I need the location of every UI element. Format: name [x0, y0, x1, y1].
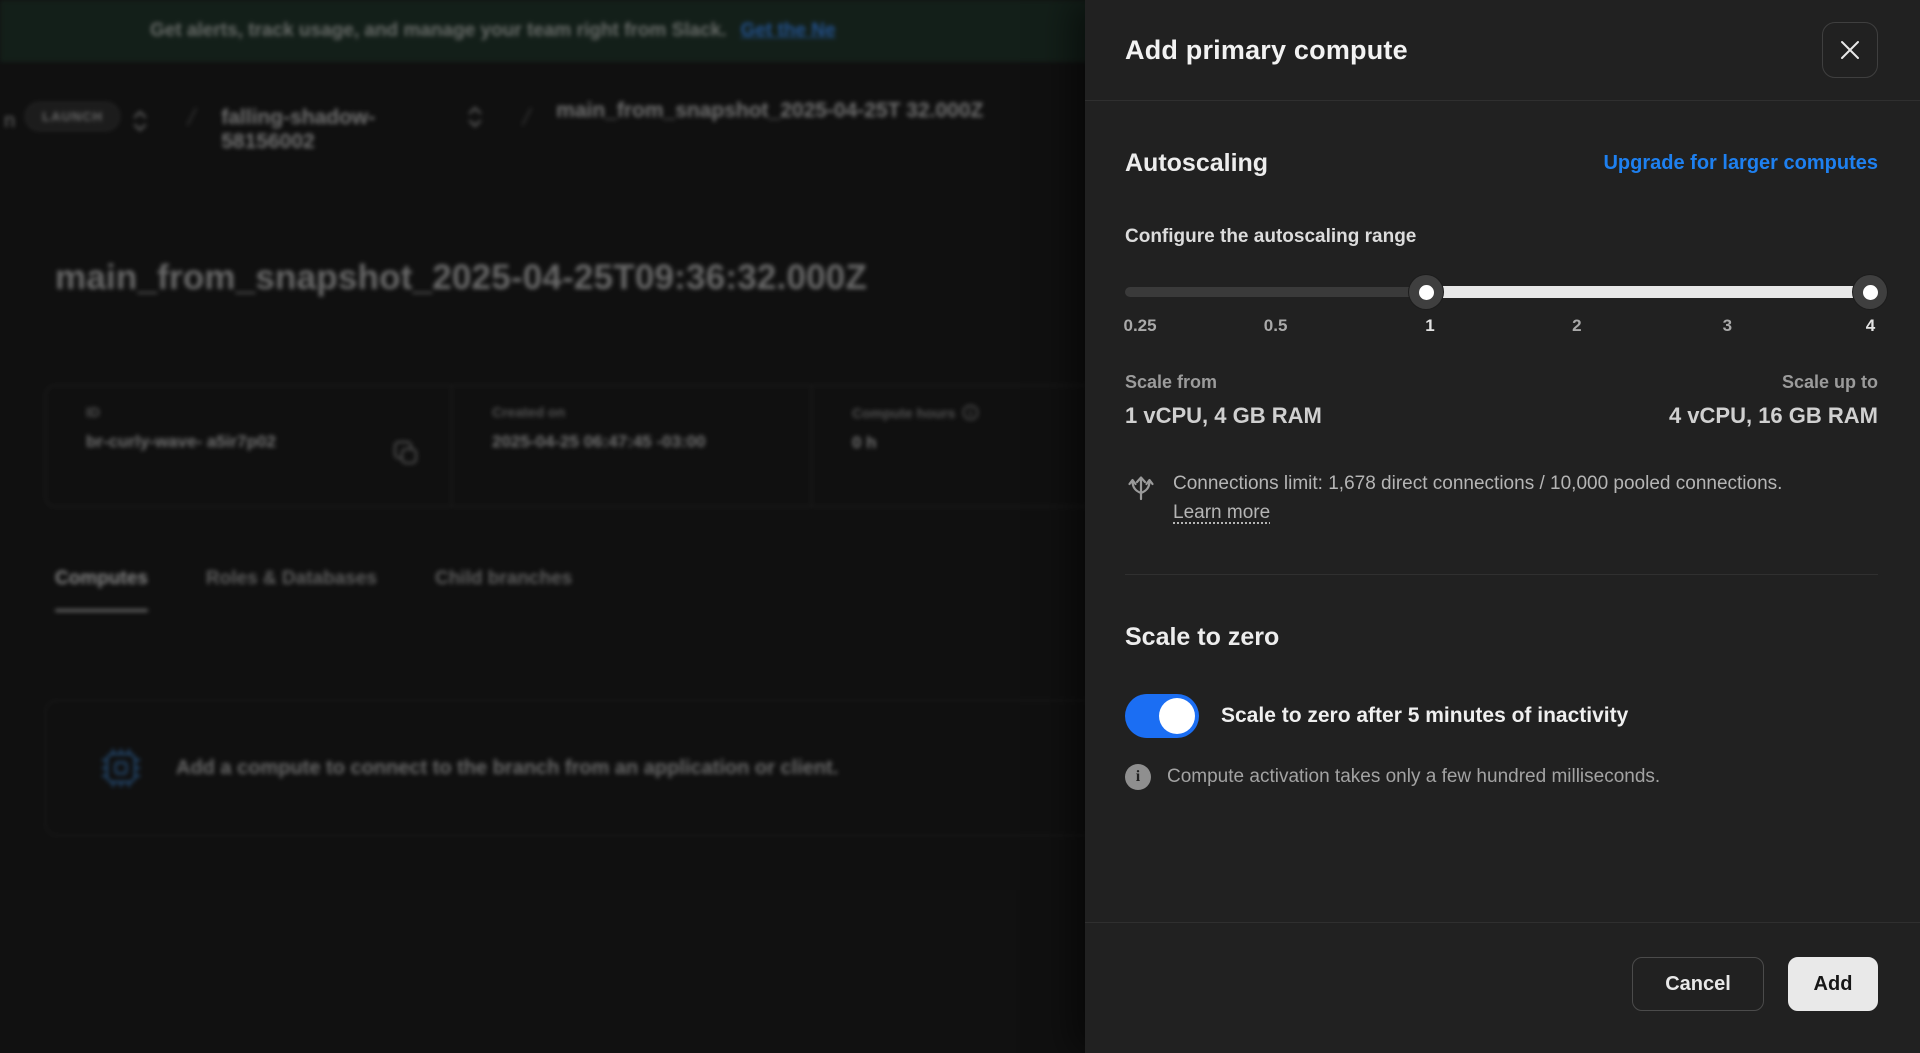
- add-primary-compute-drawer: Add primary compute Autoscaling Upgrade …: [1085, 0, 1920, 1053]
- compute-hours-label: Compute hours: [852, 405, 955, 421]
- tick-label: 1: [1425, 316, 1434, 336]
- id-label: ID: [86, 404, 451, 420]
- scale-from-block: Scale from 1 vCPU, 4 GB RAM: [1125, 372, 1322, 429]
- chevron-updown-icon[interactable]: [467, 104, 483, 130]
- branch-info-card: ID br-curly-wave- a5ir7p02 Created on 20…: [45, 385, 1205, 507]
- tick-label: 3: [1723, 316, 1732, 336]
- tab-child-branches[interactable]: Child branches: [435, 568, 572, 612]
- scale-up-to-block: Scale up to 4 vCPU, 16 GB RAM: [1669, 372, 1878, 429]
- cancel-button[interactable]: Cancel: [1632, 957, 1764, 1011]
- page-title: main_from_snapshot_2025-04-25T09:36:32.0…: [55, 258, 867, 298]
- banner-text: Get alerts, track usage, and manage your…: [150, 20, 727, 42]
- cpu-chip-icon: [98, 745, 144, 791]
- autoscaling-range-label: Configure the autoscaling range: [1125, 226, 1878, 248]
- close-button[interactable]: [1822, 22, 1878, 78]
- breadcrumb-separator: /: [520, 102, 534, 134]
- upgrade-link[interactable]: Upgrade for larger computes: [1603, 152, 1878, 175]
- tick-label: 0.25: [1124, 316, 1157, 336]
- scale-summary: Scale from 1 vCPU, 4 GB RAM Scale up to …: [1125, 372, 1878, 429]
- banner-link[interactable]: Get the Ne: [741, 20, 836, 42]
- section-divider: [1125, 574, 1878, 575]
- scale-up-to-label: Scale up to: [1669, 372, 1878, 393]
- info-col-created: Created on 2025-04-25 06:47:45 -03:00: [451, 386, 811, 506]
- connections-limit-row: Connections limit: 1,678 direct connecti…: [1125, 469, 1878, 528]
- autoscaling-section-header: Autoscaling Upgrade for larger computes: [1125, 149, 1878, 178]
- drawer-footer: Cancel Add: [1085, 922, 1920, 1053]
- copy-icon[interactable]: [391, 438, 421, 468]
- close-icon: [1839, 39, 1861, 61]
- created-on-value: 2025-04-25 06:47:45 -03:00: [492, 429, 722, 455]
- scale-to-zero-heading: Scale to zero: [1125, 623, 1878, 652]
- breadcrumb: n LAUNCH / falling-shadow-58156002 / mai…: [0, 88, 1085, 154]
- breadcrumb-branch[interactable]: falling-shadow-58156002: [221, 106, 455, 154]
- activation-note-text: Compute activation takes only a few hund…: [1167, 766, 1660, 788]
- tab-roles-databases[interactable]: Roles & Databases: [206, 568, 377, 612]
- scale-to-zero-toggle[interactable]: [1125, 694, 1199, 738]
- connections-split-icon: [1125, 471, 1157, 528]
- tick-label: 2: [1572, 316, 1581, 336]
- tick-label: 4: [1866, 316, 1875, 336]
- computes-empty-state: Add a compute to connect to the branch f…: [45, 700, 1205, 836]
- tab-computes[interactable]: Computes: [55, 568, 148, 612]
- slider-active-range[interactable]: [1426, 286, 1878, 298]
- breadcrumb-project-truncated: n: [4, 110, 15, 133]
- learn-more-link[interactable]: Learn more: [1173, 502, 1270, 523]
- slider-handle-min[interactable]: [1409, 275, 1443, 309]
- drawer-title: Add primary compute: [1125, 35, 1408, 66]
- scale-from-value: 1 vCPU, 4 GB RAM: [1125, 403, 1322, 429]
- slider-handle-max[interactable]: [1853, 275, 1887, 309]
- scale-up-to-value: 4 vCPU, 16 GB RAM: [1669, 403, 1878, 429]
- drawer-body: Autoscaling Upgrade for larger computes …: [1085, 149, 1920, 790]
- branch-tabs: Computes Roles & Databases Child branche…: [55, 568, 572, 612]
- autoscaling-range-slider[interactable]: [1125, 286, 1878, 298]
- breadcrumb-separator: /: [185, 102, 199, 134]
- info-icon: i: [1125, 764, 1151, 790]
- id-value: br-curly-wave- a5ir7p02: [86, 429, 306, 455]
- slider-tick-labels: 0.25 0.5 1 2 3 4: [1125, 316, 1878, 338]
- empty-state-text: Add a compute to connect to the branch f…: [176, 757, 838, 780]
- scale-from-label: Scale from: [1125, 372, 1322, 393]
- tick-label: 0.5: [1264, 316, 1288, 336]
- scale-to-zero-toggle-label: Scale to zero after 5 minutes of inactiv…: [1221, 704, 1628, 728]
- info-icon[interactable]: [962, 404, 979, 421]
- info-col-id: ID br-curly-wave- a5ir7p02: [46, 386, 451, 506]
- connections-limit-text: Connections limit: 1,678 direct connecti…: [1173, 473, 1782, 494]
- breadcrumb-current-page: main_from_snapshot_2025-04-25T 32.000Z: [556, 96, 1085, 126]
- add-button[interactable]: Add: [1788, 957, 1878, 1011]
- launch-plan-badge: LAUNCH: [25, 102, 120, 131]
- autoscaling-heading: Autoscaling: [1125, 149, 1268, 178]
- drawer-header: Add primary compute: [1085, 0, 1920, 101]
- activation-note-row: i Compute activation takes only a few hu…: [1125, 764, 1878, 790]
- toggle-knob: [1159, 698, 1195, 734]
- created-on-label: Created on: [492, 404, 811, 420]
- scale-to-zero-toggle-row: Scale to zero after 5 minutes of inactiv…: [1125, 694, 1878, 738]
- chevron-updown-icon[interactable]: [132, 108, 148, 134]
